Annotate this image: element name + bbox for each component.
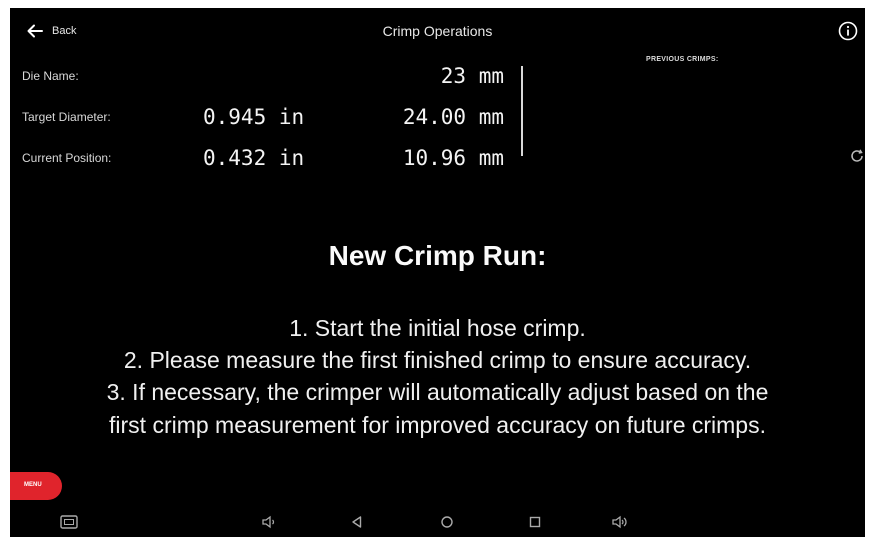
previous-crimps-label: PREVIOUS CRIMPS: (646, 56, 719, 63)
current-position-in-value: 0.432 in (203, 146, 305, 170)
current-position-mm-value: 10.96 mm (402, 146, 504, 170)
refresh-icon[interactable] (849, 148, 865, 164)
page-title: Crimp Operations (382, 23, 493, 39)
instruction-line-4: first crimp measurement for improved acc… (109, 412, 766, 438)
target-diameter-in-value: 0.945 in (203, 105, 305, 129)
instruction-line-1: 1. Start the initial hose crimp. (289, 315, 586, 341)
volume-down-icon[interactable] (260, 514, 278, 530)
menu-label: MENU (24, 482, 42, 488)
die-name-label: Die Name: (22, 69, 79, 83)
target-diameter-label: Target Diameter: (22, 110, 111, 124)
instruction-line-3: 3. If necessary, the crimper will automa… (106, 379, 769, 405)
target-diameter-mm-value: 24.00 mm (402, 105, 504, 129)
recents-icon[interactable] (526, 514, 544, 530)
volume-up-icon[interactable] (611, 514, 629, 530)
current-position-label: Current Position: (22, 151, 112, 165)
home-icon[interactable] (438, 514, 456, 530)
crimp-operations-screen: Back Crimp Operations Die Name: 23 mm Ta… (10, 8, 865, 537)
new-crimp-run-heading: New Crimp Run: (328, 240, 547, 271)
die-name-mm-value: 23 mm (440, 64, 504, 88)
divider (521, 66, 523, 156)
back-icon[interactable] (348, 514, 366, 530)
info-icon[interactable] (838, 21, 858, 41)
instruction-line-2: 2. Please measure the first finished cri… (123, 347, 752, 373)
screenshot-icon[interactable] (60, 514, 78, 530)
menu-button[interactable]: MENU (10, 472, 62, 500)
